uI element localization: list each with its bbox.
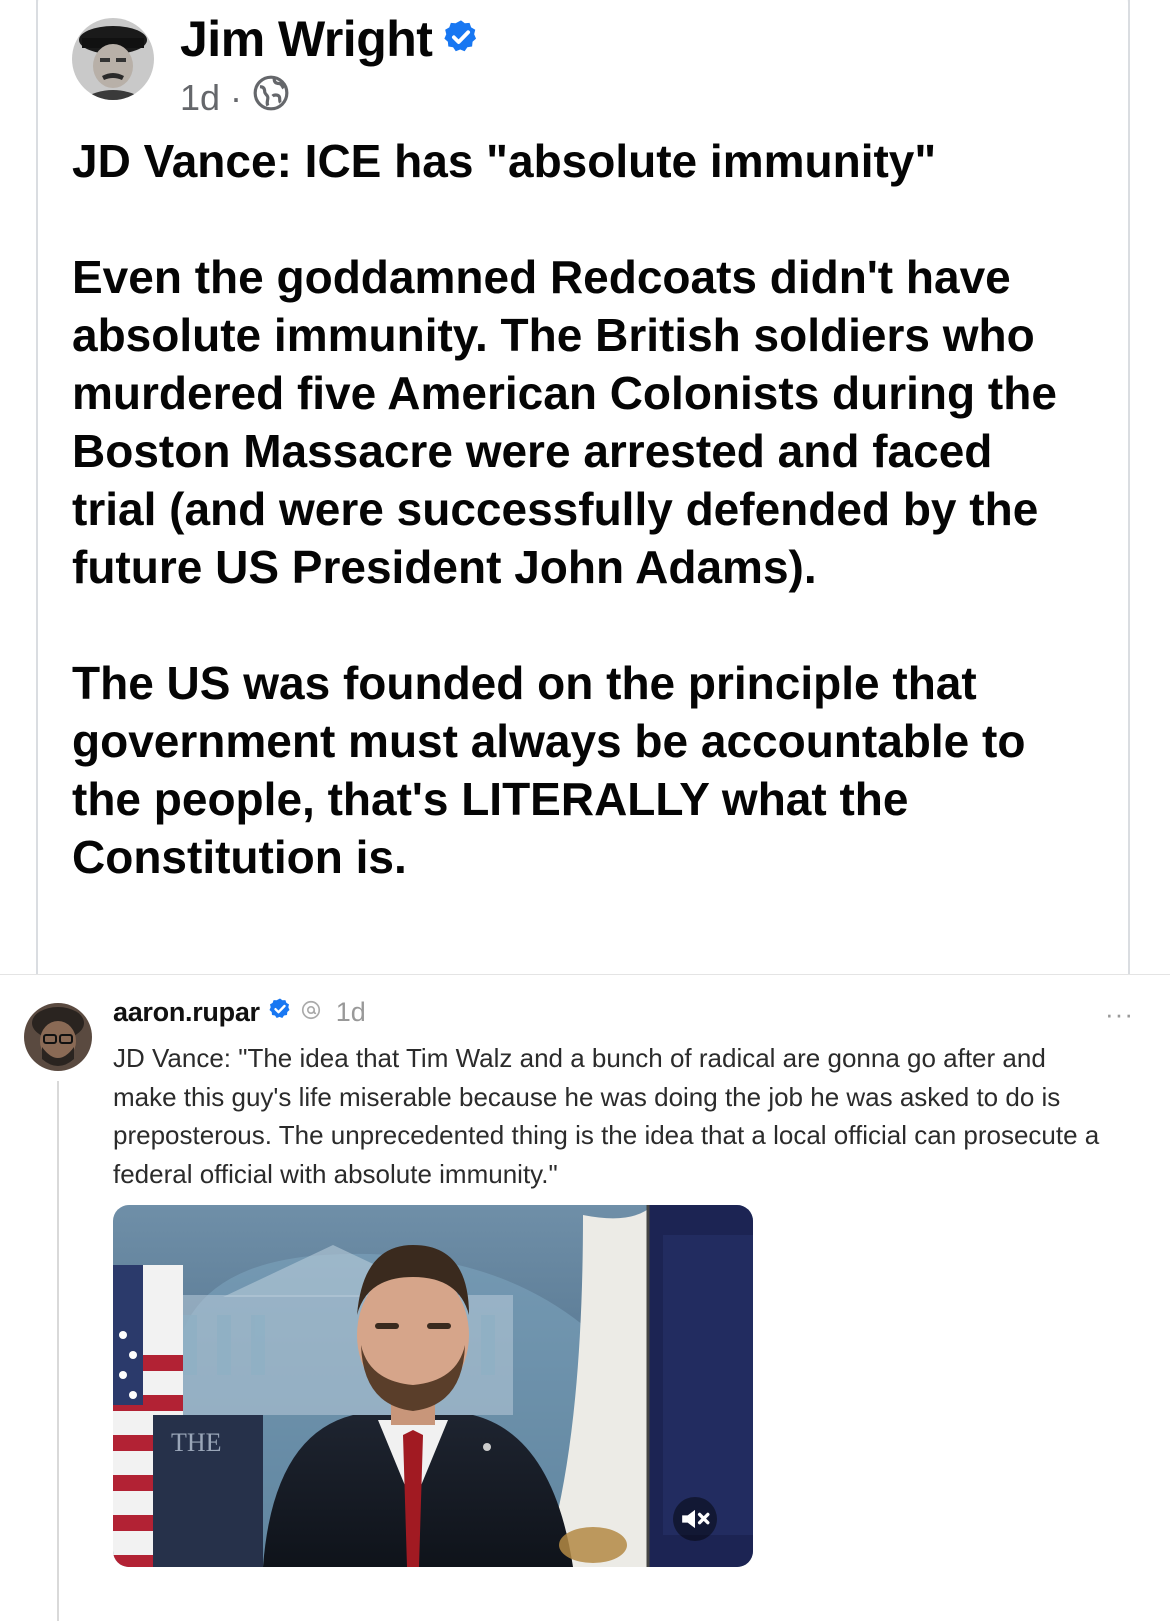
embedded-thread-post: aaron.rupar 1d ··· JD Vance: "The idea t… xyxy=(0,974,1170,1624)
globe-icon[interactable] xyxy=(252,74,290,121)
threads-logo-icon xyxy=(300,997,322,1028)
thread-connector-line xyxy=(57,1081,59,1621)
verified-badge-icon xyxy=(268,997,292,1028)
post-headline: JD Vance: ICE has "absolute immunity" xyxy=(72,135,937,187)
post-body: JD Vance: ICE has "absolute immunity" Ev… xyxy=(72,132,1072,944)
embedded-video[interactable]: THE xyxy=(113,1205,753,1567)
meta-separator: · xyxy=(230,76,243,118)
post-timestamp[interactable]: 1d xyxy=(180,77,220,119)
video-frame: THE xyxy=(113,1205,753,1567)
post-paragraph: Even the goddamned Redcoats didn't have … xyxy=(72,251,1057,593)
embedded-post-text: JD Vance: "The idea that Tim Walz and a … xyxy=(113,1043,1100,1189)
post-paragraph: The US was founded on the principle that… xyxy=(72,657,1026,883)
embedded-timestamp[interactable]: 1d xyxy=(336,997,366,1028)
verified-badge-icon xyxy=(442,18,480,61)
embedded-author-avatar[interactable] xyxy=(24,1003,92,1071)
video-sign-text: THE xyxy=(171,1428,222,1457)
muted-speaker-icon[interactable] xyxy=(673,1497,717,1541)
embedded-header: aaron.rupar 1d xyxy=(113,997,366,1028)
post-meta: 1d · xyxy=(180,74,290,121)
embedded-username[interactable]: aaron.rupar xyxy=(113,997,260,1028)
author-header: Jim Wright xyxy=(180,10,480,68)
more-options-icon[interactable]: ··· xyxy=(1105,999,1134,1030)
author-avatar[interactable] xyxy=(72,18,154,100)
author-name[interactable]: Jim Wright xyxy=(180,10,433,68)
